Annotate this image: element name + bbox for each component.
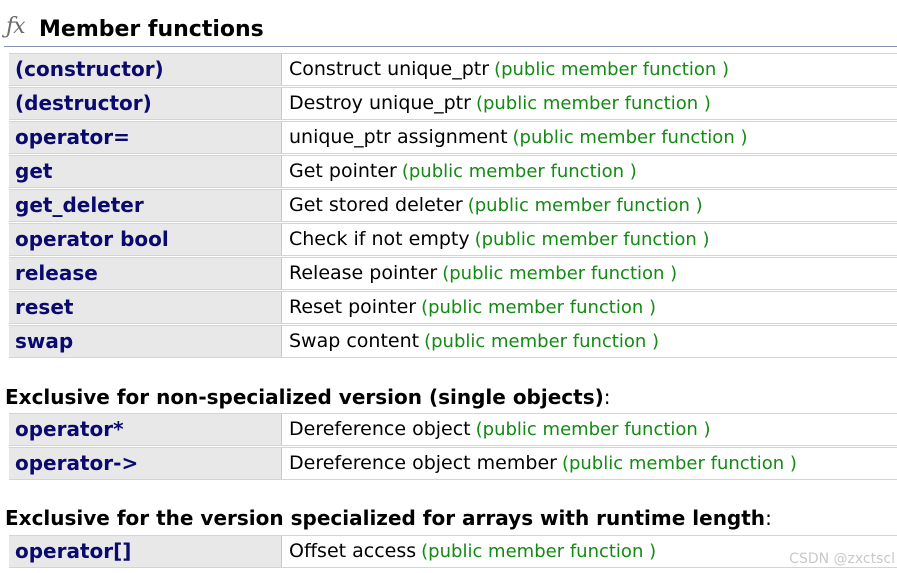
function-link-swap[interactable]: swap [9,326,282,357]
description-text: Swap content [289,330,420,352]
description-text: Reset pointer [289,296,417,318]
description-text: Check if not empty [289,228,470,250]
function-kind: (public member function ) [401,161,637,182]
function-kind: (public member function ) [442,263,678,284]
table-row: operator= unique_ptr assignment (public m… [9,121,897,154]
table-row: operator-> Dereference object member (pub… [9,447,897,480]
single-objects-heading: Exclusive for non-specialized version (s… [5,385,611,409]
function-link-operator-bool[interactable]: operator bool [9,224,282,255]
arrays-heading: Exclusive for the version specialized fo… [5,506,772,530]
function-kind: (public member function ) [474,229,710,250]
function-link-operator-assign[interactable]: operator= [9,122,282,153]
description-cell: Swap content (public member function ) [282,326,897,357]
fx-icon: ƒx [6,14,26,39]
single-objects-heading-text: Exclusive for non-specialized version (s… [5,385,604,409]
function-link-operator-subscript[interactable]: operator[] [9,536,282,567]
function-kind: (public member function ) [421,297,657,318]
description-cell: Get stored deleter (public member functio… [282,190,897,221]
function-link-release[interactable]: release [9,258,282,289]
description-text: Get stored deleter [289,194,463,216]
function-kind: (public member function ) [561,453,797,474]
table-row: (constructor) Construct unique_ptr (publi… [9,53,897,86]
table-row: get_deleter Get stored deleter (public me… [9,189,897,222]
description-cell: Check if not empty (public member functio… [282,224,897,255]
watermark: CSDN @zxctscl [789,551,895,567]
description-text: Dereference object [289,418,471,440]
section-title: Member functions [39,17,264,42]
table-row: (destructor) Destroy unique_ptr (public m… [9,87,897,120]
section-header: ƒx Member functions [4,12,897,47]
description-text: Offset access [289,540,417,562]
heading-colon: : [765,506,772,530]
function-link-constructor[interactable]: (constructor) [9,54,282,85]
description-cell: Get pointer (public member function ) [282,156,897,187]
function-kind: (public member function ) [475,93,711,114]
table-row: get Get pointer (public member function ) [9,155,897,188]
function-kind: (public member function ) [512,127,748,148]
description-cell: Release pointer (public member function ) [282,258,897,289]
function-link-operator-arrow[interactable]: operator-> [9,448,282,479]
table-row: release Release pointer (public member fu… [9,257,897,290]
description-cell: Construct unique_ptr (public member funct… [282,54,897,85]
table-row: operator* Dereference object (public memb… [9,413,897,446]
arrays-table: operator[] Offset access (public member f… [9,535,897,569]
heading-colon: : [603,385,611,409]
description-text: Construct unique_ptr [289,58,490,80]
description-cell: Reset pointer (public member function ) [282,292,897,323]
table-row: reset Reset pointer (public member functi… [9,291,897,324]
function-kind: (public member function ) [494,59,730,80]
member-functions-table: (constructor) Construct unique_ptr (publi… [9,53,897,359]
description-text: Get pointer [289,160,397,182]
description-cell: Destroy unique_ptr (public member functio… [282,88,897,119]
table-row: swap Swap content (public member function… [9,325,897,358]
function-link-reset[interactable]: reset [9,292,282,323]
function-kind: (public member function ) [424,331,660,352]
description-cell: Dereference object member (public member … [282,448,897,479]
description-cell: unique_ptr assignment (public member func… [282,122,897,153]
table-row: operator[] Offset access (public member f… [9,535,897,568]
description-cell: Dereference object (public member functio… [282,414,897,445]
function-link-get-deleter[interactable]: get_deleter [9,190,282,221]
description-text: Release pointer [289,262,438,284]
table-row: operator bool Check if not empty (public … [9,223,897,256]
arrays-heading-text: Exclusive for the version specialized fo… [5,506,766,530]
function-kind: (public member function ) [475,419,711,440]
single-objects-table: operator* Dereference object (public memb… [9,413,897,481]
description-text: unique_ptr assignment [289,126,508,148]
function-link-operator-deref[interactable]: operator* [9,414,282,445]
description-text: Dereference object member [289,452,557,474]
function-link-destructor[interactable]: (destructor) [9,88,282,119]
function-link-get[interactable]: get [9,156,282,187]
description-text: Destroy unique_ptr [289,92,471,114]
function-kind: (public member function ) [467,195,703,216]
function-kind: (public member function ) [421,541,657,562]
